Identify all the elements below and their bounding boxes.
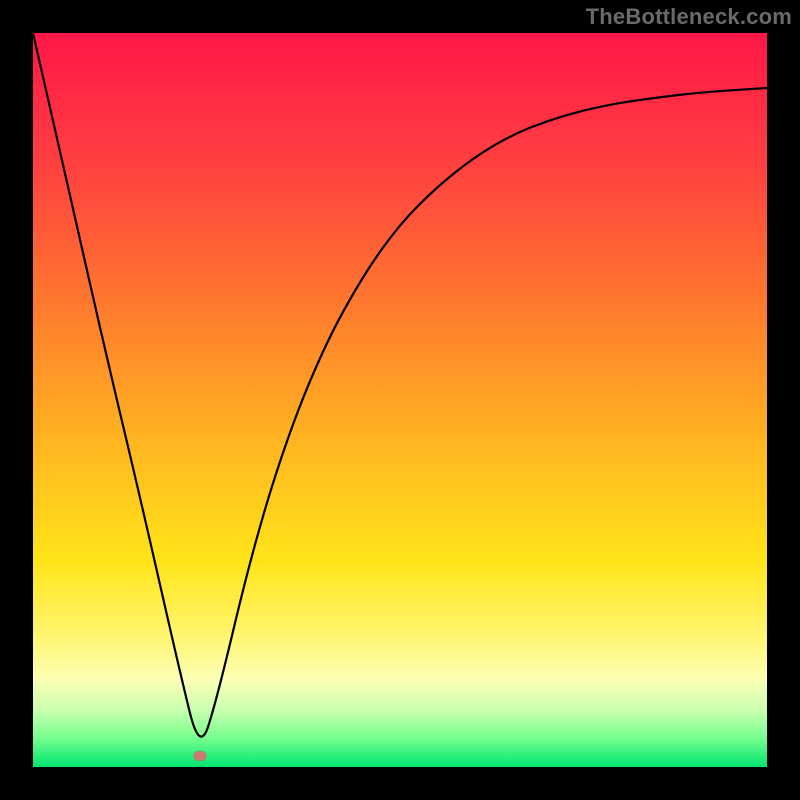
optimum-marker xyxy=(193,751,206,761)
watermark-text: TheBottleneck.com xyxy=(586,4,792,30)
plot-area xyxy=(33,33,767,767)
curve-path xyxy=(33,33,767,737)
bottleneck-curve xyxy=(33,33,767,767)
chart-frame: TheBottleneck.com xyxy=(0,0,800,800)
